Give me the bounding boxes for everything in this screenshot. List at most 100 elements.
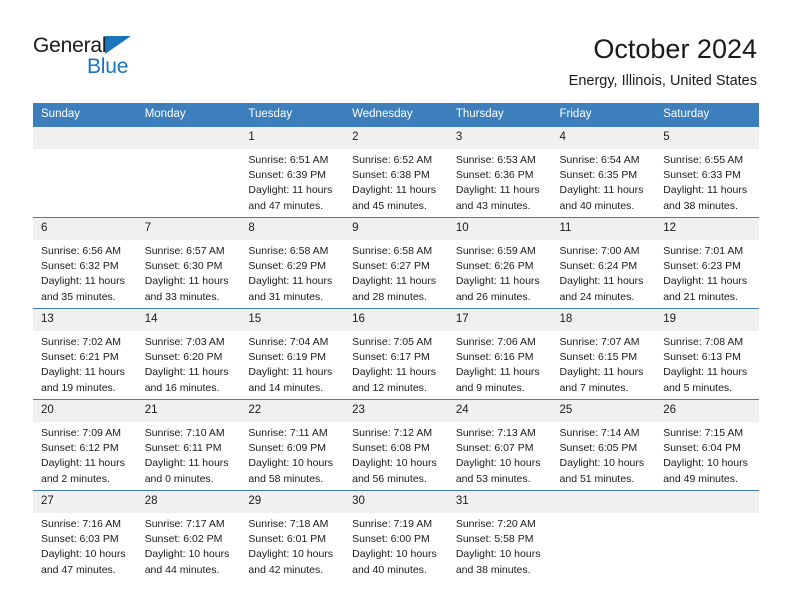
day-detail-line: Sunrise: 6:58 AM [352,245,433,257]
day-detail-line: Sunset: 6:26 PM [455,260,534,273]
calendar-day-cell[interactable]: 11 Sunrise: 7:00 AM Sunset: 6:24 PM Dayligh… [551,217,656,309]
day-detail-line: Daylight: 11 hours [144,457,229,470]
calendar-day-cell[interactable]: 6 Sunrise: 6:56 AM Sunset: 6:32 PM Daylight… [33,217,137,309]
day-detail-line: and 28 minutes. [352,290,427,303]
day-detail-line: and 33 minutes. [144,290,220,303]
calendar-day-cell[interactable]: 15 Sunrise: 7:04 AM Sunset: 6:19 PM Dayligh… [240,308,345,400]
day-number: 4 [551,127,656,149]
day-detail-line: Sunset: 6:32 PM [41,260,119,273]
day-number: 17 [447,309,552,331]
day-detail-line: and 47 minutes. [248,199,324,212]
day-detail-line: and 58 minutes. [248,472,324,485]
calendar-day-cell[interactable]: 8 Sunrise: 6:58 AM Sunset: 6:29 PM Daylight… [240,217,345,309]
day-detail-line: Daylight: 11 hours [248,366,333,379]
calendar-day-cell-empty [551,490,656,581]
day-detail-line: Sunrise: 6:56 AM [41,245,121,257]
day-detail-line: Sunset: 6:39 PM [248,169,327,182]
calendar-day-cell[interactable]: 10 Sunrise: 6:59 AM Sunset: 6:26 PM Dayligh… [447,217,552,309]
day-details: Sunrise: 7:19 AM Sunset: 6:00 PM Daylight:… [344,513,448,578]
logo-text-blue: Blue [87,55,129,78]
calendar-day-cell[interactable]: 29 Sunrise: 7:18 AM Sunset: 6:01 PM Dayligh… [240,490,345,581]
day-detail-line: Sunset: 6:21 PM [41,351,119,364]
calendar-day-cell[interactable]: 27 Sunrise: 7:16 AM Sunset: 6:03 PM Dayligh… [33,490,137,581]
day-number: 11 [551,218,656,240]
day-detail-line: Daylight: 11 hours [248,275,333,288]
day-detail-line: and 14 minutes. [248,381,324,394]
day-number: 16 [344,309,448,331]
day-details: Sunrise: 7:03 AM Sunset: 6:20 PM Daylight:… [137,331,241,396]
day-detail-line: and 16 minutes. [144,381,220,394]
day-detail-line: Sunrise: 7:13 AM [455,427,536,439]
day-detail-line: Sunset: 6:04 PM [663,442,741,455]
calendar-day-cell[interactable]: 9 Sunrise: 6:58 AM Sunset: 6:27 PM Daylight… [344,217,448,309]
calendar-day-cell[interactable]: 1 Sunrise: 6:51 AM Sunset: 6:39 PM Daylight… [240,127,345,218]
calendar-day-cell[interactable]: 7 Sunrise: 6:57 AM Sunset: 6:30 PM Daylight… [136,217,241,309]
day-details: Sunrise: 6:59 AM Sunset: 6:26 PM Daylight:… [448,240,552,305]
day-detail-line: Sunrise: 7:05 AM [352,336,433,348]
calendar-day-cell[interactable]: 4 Sunrise: 6:54 AM Sunset: 6:35 PM Daylight… [551,127,656,218]
day-detail-line: and 2 minutes. [41,472,110,485]
day-number: 18 [551,309,656,331]
day-detail-line: Sunrise: 7:19 AM [352,518,433,530]
calendar-day-cell[interactable]: 12 Sunrise: 7:01 AM Sunset: 6:23 PM Dayligh… [655,217,759,309]
day-detail-line: Sunset: 6:30 PM [144,260,223,273]
day-detail-line: Sunset: 6:36 PM [455,169,534,182]
calendar-day-cell[interactable]: 2 Sunrise: 6:52 AM Sunset: 6:38 PM Daylight… [344,127,448,218]
day-details: Sunrise: 7:05 AM Sunset: 6:17 PM Daylight:… [344,331,448,396]
calendar-day-cell[interactable]: 25 Sunrise: 7:14 AM Sunset: 6:05 PM Dayligh… [551,399,656,491]
day-details [552,513,656,517]
day-details: Sunrise: 7:17 AM Sunset: 6:02 PM Daylight:… [137,513,241,578]
calendar-day-cell[interactable]: 16 Sunrise: 7:05 AM Sunset: 6:17 PM Dayligh… [344,308,448,400]
calendar-day-cell[interactable]: 20 Sunrise: 7:09 AM Sunset: 6:12 PM Dayligh… [33,399,137,491]
calendar-grid: Sunday Monday Tuesday Wednesday Thursday… [33,103,759,581]
calendar-day-cell[interactable]: 26 Sunrise: 7:15 AM Sunset: 6:04 PM Dayligh… [655,399,759,491]
day-detail-line: Sunset: 6:02 PM [144,533,223,546]
calendar-day-cell[interactable]: 18 Sunrise: 7:07 AM Sunset: 6:15 PM Dayligh… [551,308,656,400]
day-detail-line: Sunset: 6:15 PM [559,351,638,364]
day-detail-line: and 42 minutes. [248,563,324,576]
day-detail-line: Sunset: 6:29 PM [248,260,327,273]
day-detail-line: Sunrise: 7:10 AM [144,427,225,439]
calendar-week-row: 20 Sunrise: 7:09 AM Sunset: 6:12 PM Dayligh… [33,399,759,491]
day-detail-line: and 40 minutes. [352,563,427,576]
calendar-day-cell[interactable]: 28 Sunrise: 7:17 AM Sunset: 6:02 PM Dayligh… [136,490,241,581]
calendar-day-cell[interactable]: 22 Sunrise: 7:11 AM Sunset: 6:09 PM Dayligh… [240,399,345,491]
day-detail-line: Sunrise: 7:11 AM [248,427,328,439]
weekday-header-friday: Friday [551,103,656,127]
day-detail-line: Daylight: 11 hours [41,457,125,470]
calendar-day-cell[interactable]: 31 Sunrise: 7:20 AM Sunset: 5:58 PM Dayligh… [447,490,552,581]
calendar-day-cell[interactable]: 19 Sunrise: 7:08 AM Sunset: 6:13 PM Dayligh… [655,308,759,400]
day-details: Sunrise: 6:58 AM Sunset: 6:27 PM Daylight:… [344,240,448,305]
calendar-day-cell-empty [33,127,137,218]
calendar-day-cell[interactable]: 24 Sunrise: 7:13 AM Sunset: 6:07 PM Dayligh… [447,399,552,491]
calendar-day-cell[interactable]: 13 Sunrise: 7:02 AM Sunset: 6:21 PM Dayligh… [33,308,137,400]
day-details: Sunrise: 7:08 AM Sunset: 6:13 PM Daylight:… [655,331,759,396]
day-detail-line: Daylight: 11 hours [455,366,540,379]
calendar-day-cell[interactable]: 30 Sunrise: 7:19 AM Sunset: 6:00 PM Dayligh… [344,490,448,581]
calendar-day-cell[interactable]: 17 Sunrise: 7:06 AM Sunset: 6:16 PM Dayligh… [447,308,552,400]
day-details: Sunrise: 7:13 AM Sunset: 6:07 PM Daylight:… [448,422,552,487]
day-details: Sunrise: 7:14 AM Sunset: 6:05 PM Daylight:… [552,422,656,487]
day-detail-line: Daylight: 11 hours [352,275,436,288]
calendar-day-cell[interactable]: 3 Sunrise: 6:53 AM Sunset: 6:36 PM Daylight… [447,127,552,218]
calendar-day-cell[interactable]: 14 Sunrise: 7:03 AM Sunset: 6:20 PM Dayligh… [136,308,241,400]
day-detail-line: Daylight: 11 hours [144,275,229,288]
day-details: Sunrise: 6:51 AM Sunset: 6:39 PM Daylight:… [240,149,344,214]
calendar-day-cell[interactable]: 23 Sunrise: 7:12 AM Sunset: 6:08 PM Dayligh… [344,399,448,491]
day-detail-line: Sunset: 6:13 PM [663,351,741,364]
calendar-day-cell[interactable]: 5 Sunrise: 6:55 AM Sunset: 6:33 PM Daylight… [655,127,759,218]
day-number [33,127,137,149]
day-detail-line: Sunset: 6:09 PM [248,442,327,455]
day-detail-line: Sunrise: 7:20 AM [455,518,536,530]
day-detail-line: and 53 minutes. [455,472,531,485]
calendar-day-cell[interactable]: 21 Sunrise: 7:10 AM Sunset: 6:11 PM Dayligh… [136,399,241,491]
day-details: Sunrise: 7:09 AM Sunset: 6:12 PM Daylight:… [33,422,137,487]
day-detail-line: and 26 minutes. [455,290,531,303]
day-detail-line: and 44 minutes. [144,563,220,576]
day-details: Sunrise: 7:06 AM Sunset: 6:16 PM Daylight:… [448,331,552,396]
day-detail-line: Sunrise: 7:15 AM [663,427,744,439]
day-detail-line: Daylight: 10 hours [248,548,334,561]
day-detail-line: Sunset: 6:11 PM [144,442,222,455]
day-number: 3 [447,127,552,149]
day-detail-line: Daylight: 10 hours [455,548,541,561]
